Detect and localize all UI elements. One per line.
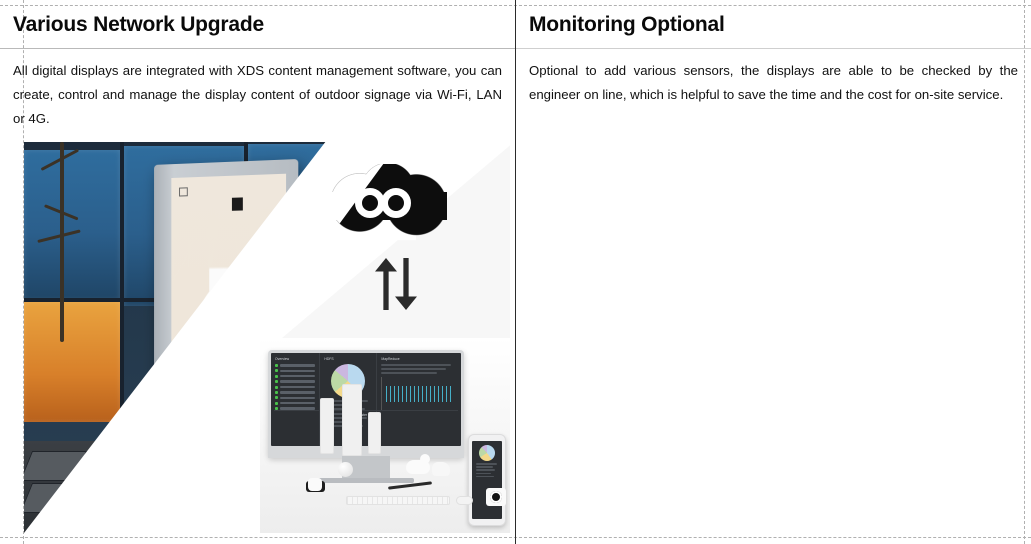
desk-vase-c: [368, 412, 381, 454]
right-heading: Monitoring Optional: [529, 13, 725, 36]
right-body-text: Optional to add various sensors, the dis…: [529, 63, 1018, 103]
bunny-figurine: [432, 462, 450, 476]
right-column: Monitoring Optional Optional to add vari…: [516, 0, 1031, 544]
camera-figurine: [486, 488, 506, 506]
two-column-table: Various Network Upgrade All digital disp…: [0, 0, 1031, 544]
keyboard: [346, 496, 450, 505]
left-illustration: Shorts V 's Party Nest Door Start $4726: [24, 142, 510, 533]
infinity-symbol: [355, 188, 421, 218]
desk-sphere: [338, 462, 353, 477]
left-heading: Various Network Upgrade: [13, 13, 264, 36]
dashboard-screen: Overview HDFS MapReduce Cluster Load: [271, 353, 461, 446]
sync-arrows-icon: [369, 254, 419, 312]
desktop-monitor: Overview HDFS MapReduce Cluster Load: [268, 350, 464, 458]
monitor-base: [318, 478, 414, 483]
smartphone: [468, 434, 506, 526]
desk-vase-b: [342, 384, 362, 456]
panda-figurine: [308, 478, 322, 491]
desk-scene: Overview HDFS MapReduce Cluster Load: [260, 338, 510, 533]
left-column: Various Network Upgrade All digital disp…: [0, 0, 516, 544]
mouse: [456, 496, 473, 505]
document-page: Various Network Upgrade All digital disp…: [0, 0, 1031, 544]
tree-branches: [32, 142, 102, 352]
left-body-text: All digital displays are integrated with…: [13, 63, 502, 127]
desk-vase-a: [320, 398, 334, 454]
cloud-infinity-icon: [329, 164, 447, 238]
bird-figurine: [406, 454, 430, 474]
